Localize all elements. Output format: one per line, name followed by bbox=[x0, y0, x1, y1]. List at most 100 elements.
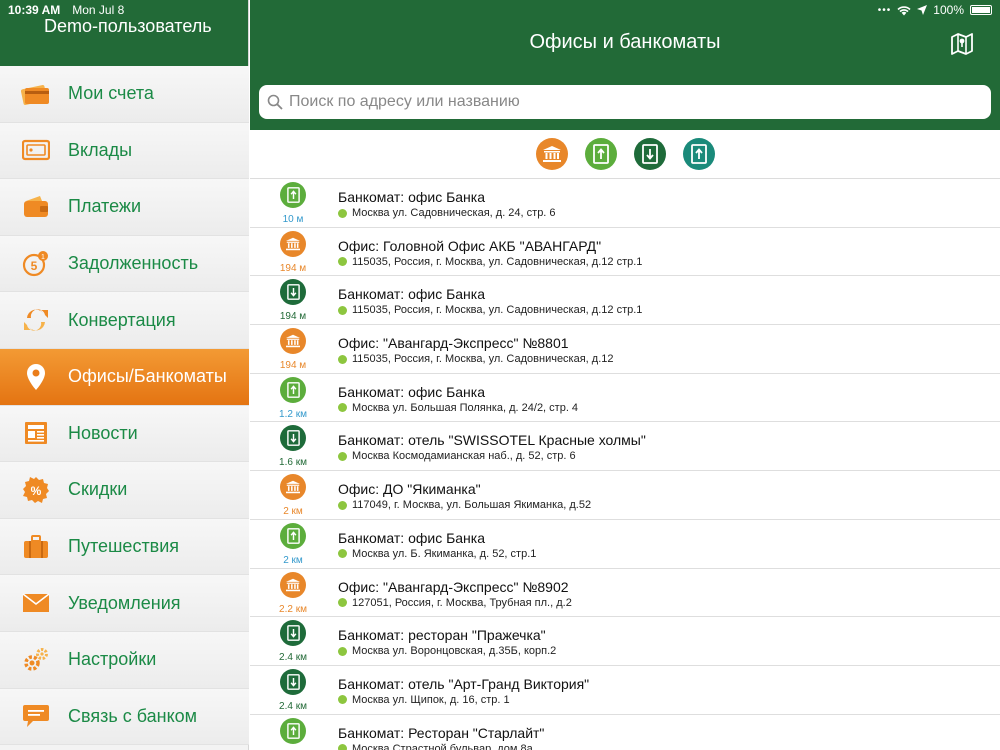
chat-icon bbox=[20, 700, 52, 732]
sidebar: Demo-пользователь Мои счета Вклады Платежи… bbox=[0, 0, 249, 750]
sidebar-item-2[interactable]: Платежи bbox=[0, 179, 249, 236]
multitasking-dots-icon: ••• bbox=[877, 4, 892, 16]
wallet-icon bbox=[20, 191, 52, 223]
status-right: ••• 100% bbox=[878, 3, 992, 17]
exchange-icon bbox=[20, 304, 52, 336]
address-text: 115035, Россия, г. Москва, ул. Садовниче… bbox=[352, 353, 614, 366]
sidebar-item-7[interactable]: % Скидки bbox=[0, 462, 249, 519]
distance-label: 194 м bbox=[279, 360, 307, 372]
location-title: Офис: "Авангард-Экспресс" №8902 bbox=[338, 578, 569, 595]
map-button[interactable] bbox=[950, 32, 974, 56]
location-row[interactable]: 10 м Банкомат: офис Банка Москва ул. Садов… bbox=[250, 179, 1000, 228]
location-row[interactable]: 194 м Офис: Головной Офис АКБ "АВАНГАРД" 1… bbox=[250, 228, 1000, 277]
search-icon bbox=[267, 94, 283, 110]
atm-withdraw-icon bbox=[280, 620, 306, 647]
status-time: 10:39 AM bbox=[8, 3, 61, 17]
address-text: Москва ул. Б. Якиманка, д. 52, стр.1 bbox=[352, 547, 537, 560]
location-address: Москва ул. Воронцовская, д.35Б, корп.2 bbox=[338, 645, 556, 657]
distance-label: 2 км bbox=[283, 506, 303, 518]
sidebar-item-1[interactable]: Вклады bbox=[0, 122, 249, 180]
sidebar-item-label: Мои счета bbox=[68, 83, 154, 104]
sidebar-item-11[interactable]: Связь с банком bbox=[0, 688, 249, 746]
address-dot-icon bbox=[338, 305, 347, 315]
atm-deposit-icon bbox=[592, 144, 609, 164]
location-title: Офис: ДО "Якиманка" bbox=[338, 481, 481, 498]
sidebar-item-4[interactable]: Конвертация bbox=[0, 292, 249, 349]
location-list[interactable]: 10 м Банкомат: офис Банка Москва ул. Садов… bbox=[250, 179, 1000, 750]
atm-withdraw-icon bbox=[280, 668, 306, 695]
atm-deposit-icon bbox=[280, 376, 306, 403]
debt-icon: 51 bbox=[20, 248, 52, 280]
location-address: 127051, Россия, г. Москва, Трубная пл., … bbox=[338, 597, 572, 609]
location-row[interactable]: 1.2 км Банкомат: офис Банка Москва ул. Бол… bbox=[250, 374, 1000, 423]
search-box bbox=[259, 85, 991, 119]
location-row[interactable]: 2 км Банкомат: офис Банка Москва ул. Б. Як… bbox=[250, 520, 1000, 569]
search-input[interactable] bbox=[289, 93, 991, 111]
svg-text:5: 5 bbox=[31, 259, 38, 273]
address-text: 127051, Россия, г. Москва, Трубная пл., … bbox=[352, 596, 572, 609]
location-title: Офис: Головной Офис АКБ "АВАНГАРД" bbox=[338, 237, 602, 254]
address-dot-icon bbox=[338, 695, 347, 705]
sidebar-item-label: Уведомления bbox=[68, 592, 181, 613]
sidebar-item-3[interactable]: 5 1 Задолженность bbox=[0, 235, 249, 293]
location-address: Москва Космодамианская наб., д. 52, стр.… bbox=[338, 450, 576, 462]
address-text: Москва ул. Садовническая, д. 24, стр. 6 bbox=[352, 207, 556, 219]
card-icon bbox=[20, 78, 52, 110]
sidebar-item-label: Платежи bbox=[68, 196, 142, 217]
location-title: Банкомат: офис Банка bbox=[338, 189, 486, 205]
location-address: Москва ул. Щипок, д. 16, стр. 1 bbox=[338, 694, 510, 706]
location-title: Банкомат: отель "SWISSOTEL Красные холмы… bbox=[338, 432, 646, 449]
address-text: Москва Страстной бульвар, дом 8а bbox=[352, 742, 533, 750]
address-text: Москва ул. Щипок, д. 16, стр. 1 bbox=[352, 693, 510, 706]
address-dot-icon bbox=[338, 354, 347, 364]
address-text: 115035, Россия, г. Москва, ул. Садовниче… bbox=[352, 255, 643, 268]
sidebar-item-label: Скидки bbox=[68, 479, 128, 500]
sidebar-item-5[interactable]: Офисы/Банкоматы bbox=[0, 348, 249, 406]
page-title: Офисы и банкоматы bbox=[529, 31, 721, 53]
suitcase-icon bbox=[20, 531, 52, 563]
sidebar-item-9[interactable]: Уведомления bbox=[0, 575, 249, 632]
news-icon bbox=[20, 417, 52, 449]
atm-deposit-icon bbox=[280, 717, 306, 744]
deposit-icon bbox=[20, 134, 52, 166]
main-panel: Офисы и банкоматы 10 м Банкомат: офис Бан… bbox=[250, 0, 1000, 750]
location-row[interactable]: 194 м Банкомат: офис Банка 115035, Россия,… bbox=[250, 276, 1000, 326]
sidebar-item-10[interactable]: Настройки bbox=[0, 631, 249, 689]
sidebar-item-6[interactable]: Новости bbox=[0, 405, 249, 463]
filter-button-1[interactable] bbox=[584, 138, 617, 170]
location-row[interactable]: Банкомат: Ресторан "Старлайт" Москва Стра… bbox=[250, 715, 1000, 750]
distance-label: 2 км bbox=[283, 554, 303, 566]
location-row[interactable]: 194 м Офис: "Авангард-Экспресс" №8801 1150… bbox=[250, 325, 1000, 374]
filter-button-3[interactable] bbox=[682, 138, 715, 170]
distance-label: 10 м bbox=[282, 214, 304, 225]
atm-transfer-icon bbox=[690, 144, 707, 164]
location-row[interactable]: 2.4 км Банкомат: отель "Арт-Гранд Виктори… bbox=[250, 666, 1000, 715]
location-row[interactable]: 1.6 км Банкомат: отель "SWISSOTEL Красные… bbox=[250, 422, 1000, 472]
address-dot-icon bbox=[338, 744, 347, 750]
distance-label: 194 м bbox=[279, 311, 307, 323]
distance-label: 2.4 км bbox=[279, 652, 307, 664]
sidebar-item-0[interactable]: Мои счета bbox=[0, 66, 249, 123]
sidebar-item-label: Офисы/Банкоматы bbox=[68, 366, 227, 387]
filter-button-2[interactable] bbox=[633, 138, 666, 170]
address-dot-icon bbox=[338, 257, 347, 267]
map-icon bbox=[951, 33, 973, 55]
location-row[interactable]: 2.2 км Офис: "Авангард-Экспресс" №8902 127… bbox=[250, 569, 1000, 618]
sidebar-item-label: Новости bbox=[68, 422, 138, 443]
location-row[interactable]: 2.4 км Банкомат: ресторан "Пражечка" Москв… bbox=[250, 617, 1000, 666]
sidebar-item-label: Связь с банком bbox=[68, 705, 198, 726]
sidebar-item-8[interactable]: Путешествия bbox=[0, 518, 249, 576]
battery-icon bbox=[970, 5, 992, 15]
envelope-icon bbox=[20, 587, 52, 619]
sidebar-item-label: Путешествия bbox=[68, 536, 180, 557]
distance-label: 1.2 км bbox=[279, 408, 307, 420]
battery-percent: 100% bbox=[933, 3, 964, 17]
filter-button-0[interactable] bbox=[535, 138, 568, 170]
distance-label: 2.2 км bbox=[279, 603, 307, 615]
sidebar-item-label: Настройки bbox=[68, 649, 157, 670]
location-address: 115035, Россия, г. Москва, ул. Садовниче… bbox=[338, 256, 642, 268]
atm-deposit-icon bbox=[280, 522, 306, 549]
location-row[interactable]: 2 км Офис: ДО "Якиманка" 117049, г. Москва… bbox=[250, 471, 1000, 520]
distance-label: 194 м bbox=[279, 262, 307, 274]
location-pin-icon bbox=[20, 361, 52, 393]
